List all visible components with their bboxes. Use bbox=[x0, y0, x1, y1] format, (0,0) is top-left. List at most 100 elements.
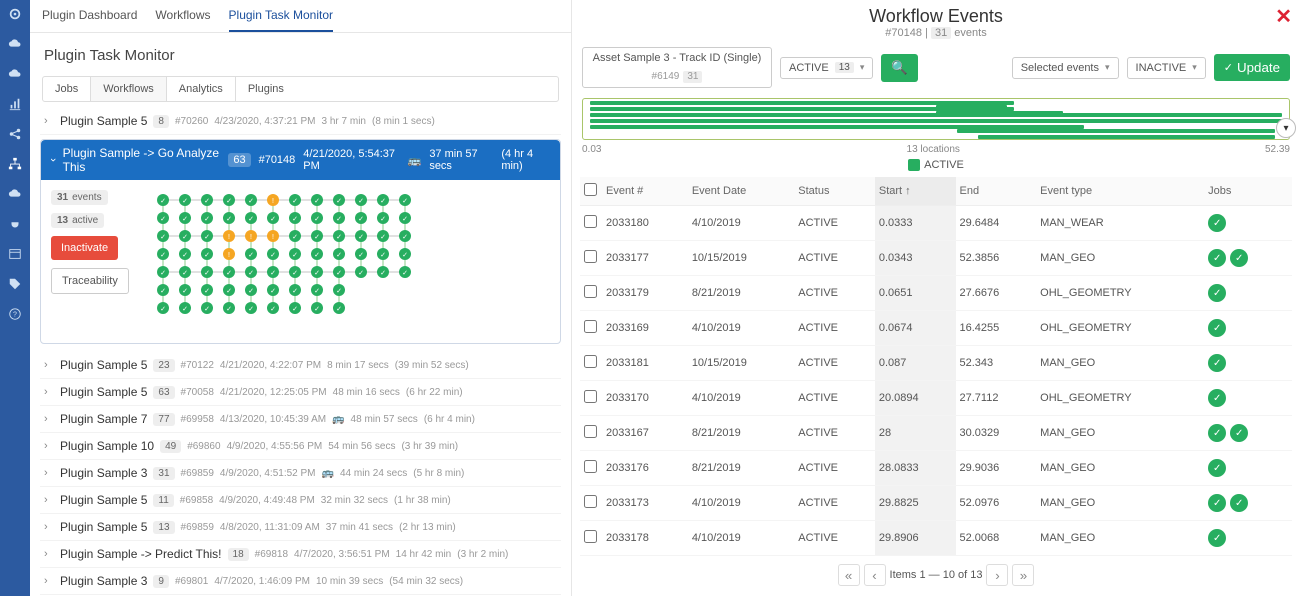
chart-icon[interactable] bbox=[7, 96, 23, 112]
table-row[interactable]: 20331784/10/2019ACTIVE29.890652.0068MAN_… bbox=[580, 521, 1292, 556]
table-row[interactable]: 20331798/21/2019ACTIVE0.065127.6676OHL_G… bbox=[580, 276, 1292, 311]
pager-next-button[interactable]: › bbox=[986, 564, 1008, 586]
job-status-icon[interactable]: ✓ bbox=[1208, 354, 1226, 372]
sitemap-icon[interactable] bbox=[7, 156, 23, 172]
pager-first-button[interactable]: « bbox=[838, 564, 860, 586]
timeline[interactable] bbox=[582, 98, 1290, 140]
workflow-row[interactable]: ›Plugin Sample 513#698594/8/2020, 11:31:… bbox=[40, 514, 561, 541]
update-button[interactable]: ✓Update bbox=[1214, 54, 1290, 81]
window-icon[interactable] bbox=[7, 246, 23, 262]
job-status-icon[interactable]: ✓ bbox=[1230, 249, 1248, 267]
table-row[interactable]: 203318110/15/2019ACTIVE0.08752.343MAN_GE… bbox=[580, 346, 1292, 381]
tab-workflows[interactable]: Workflows bbox=[155, 8, 210, 32]
row-checkbox[interactable] bbox=[584, 285, 597, 298]
row-checkbox[interactable] bbox=[584, 425, 597, 438]
job-status-icon[interactable]: ✓ bbox=[1208, 319, 1226, 337]
cell-event: 2033169 bbox=[602, 311, 688, 346]
col-header[interactable]: Start ↑ bbox=[875, 177, 956, 206]
subtab-jobs[interactable]: Jobs bbox=[43, 77, 91, 101]
svg-text:✓: ✓ bbox=[160, 216, 166, 223]
row-checkbox[interactable] bbox=[584, 215, 597, 228]
traceability-button[interactable]: Traceability bbox=[51, 268, 129, 294]
chevron-right-icon: › bbox=[44, 115, 54, 127]
search-button[interactable]: 🔍 bbox=[881, 54, 918, 82]
row-checkbox[interactable] bbox=[584, 390, 597, 403]
workflow-row[interactable]: ›Plugin Sample 331#698594/9/2020, 4:51:5… bbox=[40, 460, 561, 487]
row-checkbox[interactable] bbox=[584, 355, 597, 368]
workflow-row[interactable]: ›Plugin Sample 1049#698604/9/2020, 4:55:… bbox=[40, 433, 561, 460]
cloud3-icon[interactable] bbox=[7, 186, 23, 202]
pager-last-button[interactable]: » bbox=[1012, 564, 1034, 586]
col-header[interactable]: Event Date bbox=[688, 177, 794, 206]
plug-icon[interactable] bbox=[7, 216, 23, 232]
table-row[interactable]: 20331768/21/2019ACTIVE28.083329.9036MAN_… bbox=[580, 451, 1292, 486]
filter-icon[interactable]: ▾ bbox=[1276, 118, 1296, 138]
workflow-expanded-header[interactable]: › Plugin Sample -> Go Analyze This 63 #7… bbox=[41, 140, 560, 180]
row-checkbox[interactable] bbox=[584, 460, 597, 473]
close-icon[interactable]: ✕ bbox=[1275, 4, 1292, 29]
subtab-plugins[interactable]: Plugins bbox=[236, 77, 296, 101]
cell-event: 2033180 bbox=[602, 206, 688, 241]
workflow-row[interactable]: ›Plugin Sample 39#698014/7/2020, 1:46:09… bbox=[40, 568, 561, 595]
table-row[interactable]: 20331694/10/2019ACTIVE0.067416.4255OHL_G… bbox=[580, 311, 1292, 346]
table-row[interactable]: 203317710/15/2019ACTIVE0.034352.3856MAN_… bbox=[580, 241, 1292, 276]
asset-select[interactable]: Asset Sample 3 - Track ID (Single) #6149… bbox=[582, 47, 772, 88]
pager-prev-button[interactable]: ‹ bbox=[864, 564, 886, 586]
row-checkbox[interactable] bbox=[584, 495, 597, 508]
cloud2-icon[interactable] bbox=[7, 66, 23, 82]
workflow-row[interactable]: ›Plugin Sample 777#699584/13/2020, 10:45… bbox=[40, 406, 561, 433]
workflow-row[interactable]: › Plugin Sample 5 8 #70260 4/23/2020, 4:… bbox=[40, 108, 561, 135]
cell-date: 4/10/2019 bbox=[688, 486, 794, 521]
job-status-icon[interactable]: ✓ bbox=[1208, 424, 1226, 442]
job-status-icon[interactable]: ✓ bbox=[1208, 529, 1226, 547]
help-icon[interactable]: ? bbox=[7, 306, 23, 322]
inactivate-button[interactable]: Inactivate bbox=[51, 236, 118, 260]
row-checkbox[interactable] bbox=[584, 250, 597, 263]
col-header[interactable]: Event # bbox=[602, 177, 688, 206]
job-status-icon[interactable]: ✓ bbox=[1208, 459, 1226, 477]
tab-plugin-task-monitor[interactable]: Plugin Task Monitor bbox=[229, 8, 334, 32]
table-row[interactable]: 20331678/21/2019ACTIVE2830.0329MAN_GEO✓✓ bbox=[580, 416, 1292, 451]
row-checkbox[interactable] bbox=[584, 320, 597, 333]
chevron-down-icon: ▾ bbox=[860, 62, 865, 73]
job-status-icon[interactable]: ✓ bbox=[1230, 424, 1248, 442]
svg-text:✓: ✓ bbox=[204, 288, 210, 295]
svg-text:✓: ✓ bbox=[292, 270, 298, 277]
job-status-icon[interactable]: ✓ bbox=[1208, 494, 1226, 512]
job-status-icon[interactable]: ✓ bbox=[1230, 494, 1248, 512]
target-icon[interactable] bbox=[7, 6, 23, 22]
job-status-icon[interactable]: ✓ bbox=[1208, 214, 1226, 232]
table-row[interactable]: 20331804/10/2019ACTIVE0.033329.6484MAN_W… bbox=[580, 206, 1292, 241]
tag-icon[interactable] bbox=[7, 276, 23, 292]
job-status-icon[interactable]: ✓ bbox=[1208, 249, 1226, 267]
job-status-icon[interactable]: ✓ bbox=[1208, 389, 1226, 407]
tab-plugin-dashboard[interactable]: Plugin Dashboard bbox=[42, 8, 137, 32]
workflow-row[interactable]: ›Plugin Sample 511#698584/9/2020, 4:49:4… bbox=[40, 487, 561, 514]
table-row[interactable]: 20331734/10/2019ACTIVE29.882552.0976MAN_… bbox=[580, 486, 1292, 521]
cell-status: ACTIVE bbox=[794, 381, 875, 416]
select-all-checkbox[interactable] bbox=[584, 183, 597, 196]
selected-events-select[interactable]: Selected events▾ bbox=[1012, 57, 1119, 79]
row-checkbox[interactable] bbox=[584, 530, 597, 543]
share-icon[interactable] bbox=[7, 126, 23, 142]
job-status-icon[interactable]: ✓ bbox=[1208, 284, 1226, 302]
subtab-analytics[interactable]: Analytics bbox=[167, 77, 236, 101]
status-filter-select[interactable]: ACTIVE13▾ bbox=[780, 57, 873, 79]
workflow-row[interactable]: ›Plugin Sample 563#700584/21/2020, 12:25… bbox=[40, 379, 561, 406]
svg-text:✓: ✓ bbox=[160, 198, 166, 205]
subtab-workflows[interactable]: Workflows bbox=[91, 77, 167, 101]
col-header[interactable]: Status bbox=[794, 177, 875, 206]
col-header[interactable]: End bbox=[956, 177, 1037, 206]
svg-text:✓: ✓ bbox=[270, 306, 276, 313]
workflow-row[interactable]: ›Plugin Sample -> Predict This!18#698184… bbox=[40, 541, 561, 568]
workflow-row[interactable]: ›Plugin Sample 523#701224/21/2020, 4:22:… bbox=[40, 352, 561, 379]
col-header[interactable]: Jobs bbox=[1204, 177, 1292, 206]
cell-start: 28 bbox=[875, 416, 956, 451]
cell-status: ACTIVE bbox=[794, 486, 875, 521]
cloud-icon[interactable] bbox=[7, 36, 23, 52]
col-header[interactable]: Event type bbox=[1036, 177, 1204, 206]
inactive-select[interactable]: INACTIVE▾ bbox=[1127, 57, 1206, 79]
cell-start: 0.0343 bbox=[875, 241, 956, 276]
cell-date: 4/10/2019 bbox=[688, 381, 794, 416]
table-row[interactable]: 20331704/10/2019ACTIVE20.089427.7112OHL_… bbox=[580, 381, 1292, 416]
